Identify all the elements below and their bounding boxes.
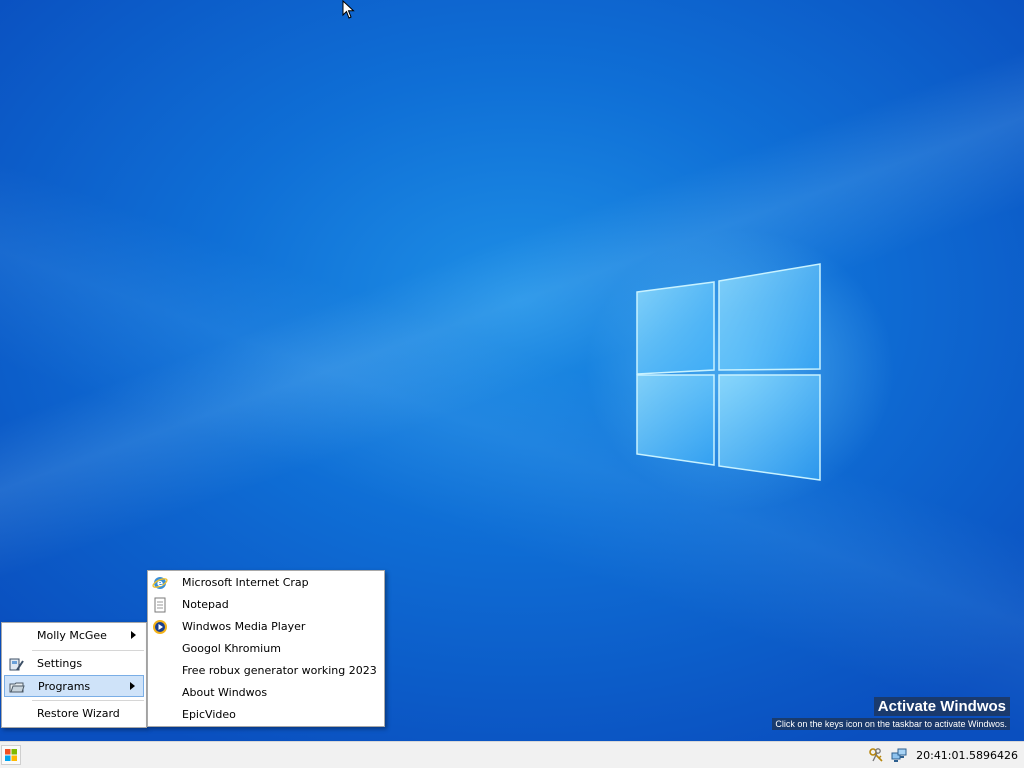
- submenu-arrow-icon: [131, 631, 136, 639]
- menu-separator: [32, 700, 144, 701]
- keys-icon[interactable]: [868, 747, 885, 764]
- start-menu-item-settings[interactable]: Settings: [4, 653, 144, 675]
- program-item-robux-generator[interactable]: Free robux generator working 2023: [148, 660, 384, 682]
- programs-submenu: e Microsoft Internet Crap Notepad Windwo…: [147, 570, 385, 727]
- program-item-epicvideo[interactable]: EpicVideo: [148, 704, 384, 726]
- activation-title: Activate Windwos: [873, 697, 1010, 716]
- windows-logo-wallpaper: [636, 263, 821, 481]
- taskbar: 20:41:01.5896426: [0, 741, 1024, 768]
- program-item-internet-explorer[interactable]: e Microsoft Internet Crap: [148, 572, 384, 594]
- mouse-cursor-icon: [342, 0, 355, 19]
- notepad-icon: [154, 597, 166, 613]
- program-label: Free robux generator working 2023: [182, 664, 377, 677]
- program-item-media-player[interactable]: Windwos Media Player: [148, 616, 384, 638]
- program-label: Microsoft Internet Crap: [182, 576, 309, 589]
- user-name-label: Molly McGee: [37, 629, 107, 642]
- program-item-about-windwos[interactable]: About Windwos: [148, 682, 384, 704]
- settings-icon: [9, 658, 24, 671]
- program-item-notepad[interactable]: Notepad: [148, 594, 384, 616]
- start-menu-item-user[interactable]: Molly McGee: [4, 625, 144, 647]
- program-label: EpicVideo: [182, 708, 236, 721]
- start-menu: Molly McGee Settings Programs Restore Wi…: [1, 622, 147, 728]
- network-icon[interactable]: [891, 747, 908, 764]
- program-item-khromium[interactable]: Googol Khromium: [148, 638, 384, 660]
- program-label: Googol Khromium: [182, 642, 281, 655]
- restore-wizard-label: Restore Wizard: [37, 707, 120, 720]
- program-label: About Windwos: [182, 686, 268, 699]
- media-player-icon: [153, 620, 167, 634]
- activation-subtitle: Click on the keys icon on the taskbar to…: [772, 718, 1010, 730]
- internet-explorer-icon: e: [152, 577, 168, 589]
- svg-text:e: e: [157, 579, 163, 589]
- programs-folder-icon: [9, 682, 25, 693]
- activation-watermark: Activate Windwos Click on the keys icon …: [772, 697, 1010, 730]
- start-button[interactable]: [1, 745, 21, 765]
- start-menu-item-restore-wizard[interactable]: Restore Wizard: [4, 703, 144, 725]
- taskbar-clock[interactable]: 20:41:01.5896426: [916, 749, 1018, 762]
- submenu-arrow-icon: [130, 682, 135, 690]
- program-label: Windwos Media Player: [182, 620, 306, 633]
- settings-label: Settings: [37, 657, 83, 670]
- start-windows-icon: [5, 749, 17, 761]
- program-label: Notepad: [182, 598, 229, 611]
- programs-label: Programs: [38, 680, 91, 693]
- menu-separator: [32, 650, 144, 651]
- system-tray: 20:41:01.5896426: [868, 746, 1018, 765]
- start-menu-item-programs[interactable]: Programs: [4, 675, 144, 697]
